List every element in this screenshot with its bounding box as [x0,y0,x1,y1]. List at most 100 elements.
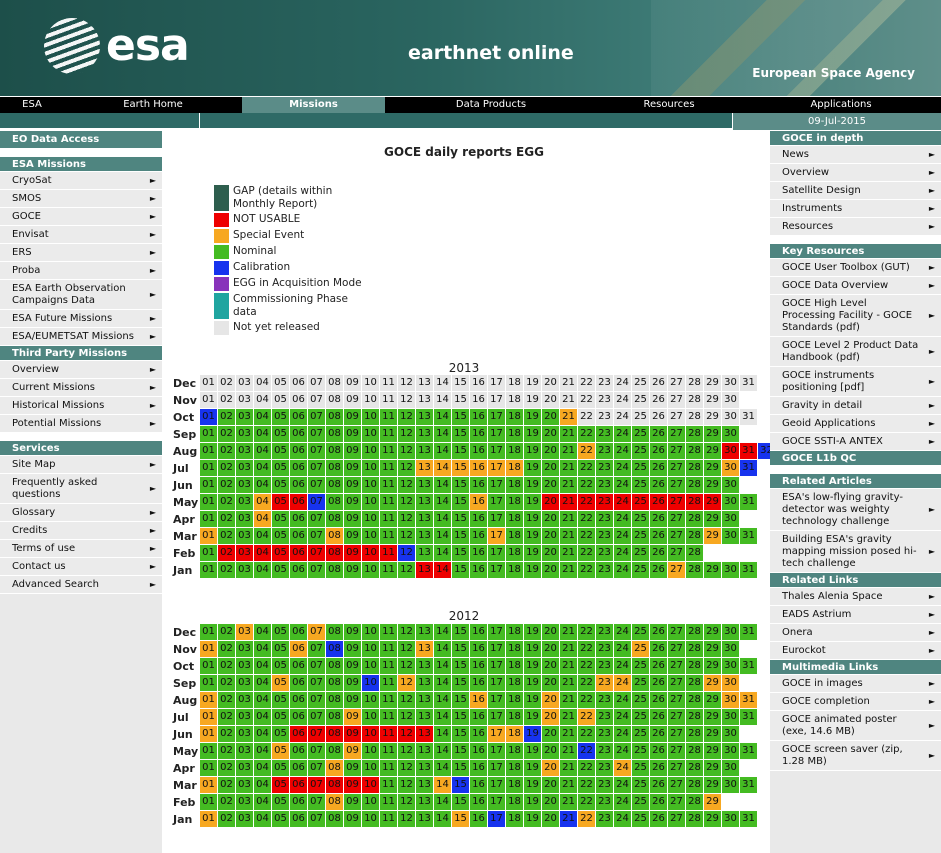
day-cell[interactable]: 06 [290,692,307,708]
day-cell[interactable]: 22 [578,511,595,527]
day-cell[interactable]: 08 [326,641,343,657]
day-cell[interactable]: 07 [308,511,325,527]
sidebar-item-goce-data-overview[interactable]: GOCE Data Overview ► [770,277,941,295]
day-cell[interactable]: 21 [560,709,577,725]
day-cell[interactable]: 04 [254,743,271,759]
day-cell[interactable]: 02 [218,726,235,742]
day-cell[interactable]: 17 [488,426,505,442]
day-cell[interactable]: 04 [254,409,271,425]
day-cell[interactable]: 24 [614,726,631,742]
day-cell[interactable]: 22 [578,392,595,408]
day-cell[interactable]: 18 [506,477,523,493]
day-cell[interactable]: 10 [362,777,379,793]
sidebar-item-terms-of-use[interactable]: Terms of use ► [0,540,162,558]
day-cell[interactable]: 28 [686,409,703,425]
sidebar-item-news[interactable]: News ► [770,146,941,164]
day-cell[interactable]: 28 [686,743,703,759]
sidebar-item-esa-eumetsat-missions[interactable]: ESA/EUMETSAT Missions ► [0,328,162,346]
day-cell[interactable]: 27 [668,658,685,674]
day-cell[interactable]: 14 [434,562,451,578]
day-cell[interactable]: 27 [668,675,685,691]
day-cell[interactable]: 10 [362,426,379,442]
day-cell[interactable]: 04 [254,460,271,476]
day-cell[interactable]: 14 [434,794,451,810]
day-cell[interactable]: 12 [398,562,415,578]
day-cell[interactable]: 22 [578,709,595,725]
day-cell[interactable]: 24 [614,794,631,810]
day-cell[interactable]: 12 [398,511,415,527]
esa-logo[interactable]: esa [44,18,204,74]
day-cell[interactable]: 30 [722,709,739,725]
day-cell[interactable]: 21 [560,624,577,640]
day-cell[interactable]: 28 [686,426,703,442]
day-cell[interactable]: 10 [362,641,379,657]
day-cell[interactable]: 29 [704,777,721,793]
day-cell[interactable]: 07 [308,443,325,459]
day-cell[interactable]: 29 [704,743,721,759]
day-cell[interactable]: 25 [632,743,649,759]
day-cell[interactable]: 18 [506,511,523,527]
day-cell[interactable]: 01 [200,562,217,578]
day-cell[interactable]: 15 [452,760,469,776]
day-cell[interactable]: 30 [722,726,739,742]
day-cell[interactable]: 22 [578,624,595,640]
day-cell[interactable]: 14 [434,494,451,510]
day-cell[interactable]: 22 [578,409,595,425]
day-cell[interactable]: 20 [542,794,559,810]
sidebar-item-cryosat[interactable]: CryoSat ► [0,172,162,190]
day-cell[interactable]: 08 [326,443,343,459]
day-cell[interactable]: 13 [416,375,433,391]
day-cell[interactable]: 11 [380,658,397,674]
day-cell[interactable]: 02 [218,624,235,640]
day-cell[interactable]: 13 [416,658,433,674]
day-cell[interactable]: 20 [542,375,559,391]
day-cell[interactable]: 12 [398,545,415,561]
day-cell[interactable]: 20 [542,692,559,708]
nav-item-data-products[interactable]: Data Products [385,97,597,113]
day-cell[interactable]: 20 [542,777,559,793]
day-cell[interactable]: 12 [398,794,415,810]
day-cell[interactable]: 13 [416,392,433,408]
day-cell[interactable]: 07 [308,675,325,691]
day-cell[interactable]: 15 [452,811,469,827]
day-cell[interactable]: 01 [200,760,217,776]
day-cell[interactable]: 05 [272,562,289,578]
day-cell[interactable]: 13 [416,760,433,776]
day-cell[interactable]: 21 [560,460,577,476]
day-cell[interactable]: 23 [596,743,613,759]
day-cell[interactable]: 24 [614,392,631,408]
day-cell[interactable]: 26 [650,760,667,776]
day-cell[interactable]: 14 [434,443,451,459]
day-cell[interactable]: 12 [398,460,415,476]
day-cell[interactable]: 29 [704,658,721,674]
day-cell[interactable]: 26 [650,811,667,827]
day-cell[interactable]: 21 [560,658,577,674]
day-cell[interactable]: 26 [650,692,667,708]
day-cell[interactable]: 22 [578,528,595,544]
day-cell[interactable]: 30 [722,743,739,759]
day-cell[interactable]: 21 [560,743,577,759]
day-cell[interactable]: 08 [326,460,343,476]
day-cell[interactable]: 28 [686,392,703,408]
day-cell[interactable]: 22 [578,641,595,657]
day-cell[interactable]: 01 [200,675,217,691]
day-cell[interactable]: 14 [434,392,451,408]
day-cell[interactable]: 16 [470,675,487,691]
day-cell[interactable]: 04 [254,477,271,493]
day-cell[interactable]: 14 [434,460,451,476]
day-cell[interactable]: 19 [524,511,541,527]
day-cell[interactable]: 12 [398,392,415,408]
day-cell[interactable]: 16 [470,443,487,459]
day-cell[interactable]: 29 [704,641,721,657]
day-cell[interactable]: 24 [614,511,631,527]
sidebar-item-goce-high-level-processing-fac[interactable]: GOCE High Level Processing Facility - GO… [770,295,941,337]
day-cell[interactable]: 17 [488,675,505,691]
day-cell[interactable]: 04 [254,641,271,657]
day-cell[interactable]: 20 [542,409,559,425]
day-cell[interactable]: 08 [326,760,343,776]
day-cell[interactable]: 09 [344,777,361,793]
day-cell[interactable]: 21 [560,760,577,776]
day-cell[interactable]: 14 [434,426,451,442]
day-cell[interactable]: 02 [218,562,235,578]
day-cell[interactable]: 28 [686,477,703,493]
